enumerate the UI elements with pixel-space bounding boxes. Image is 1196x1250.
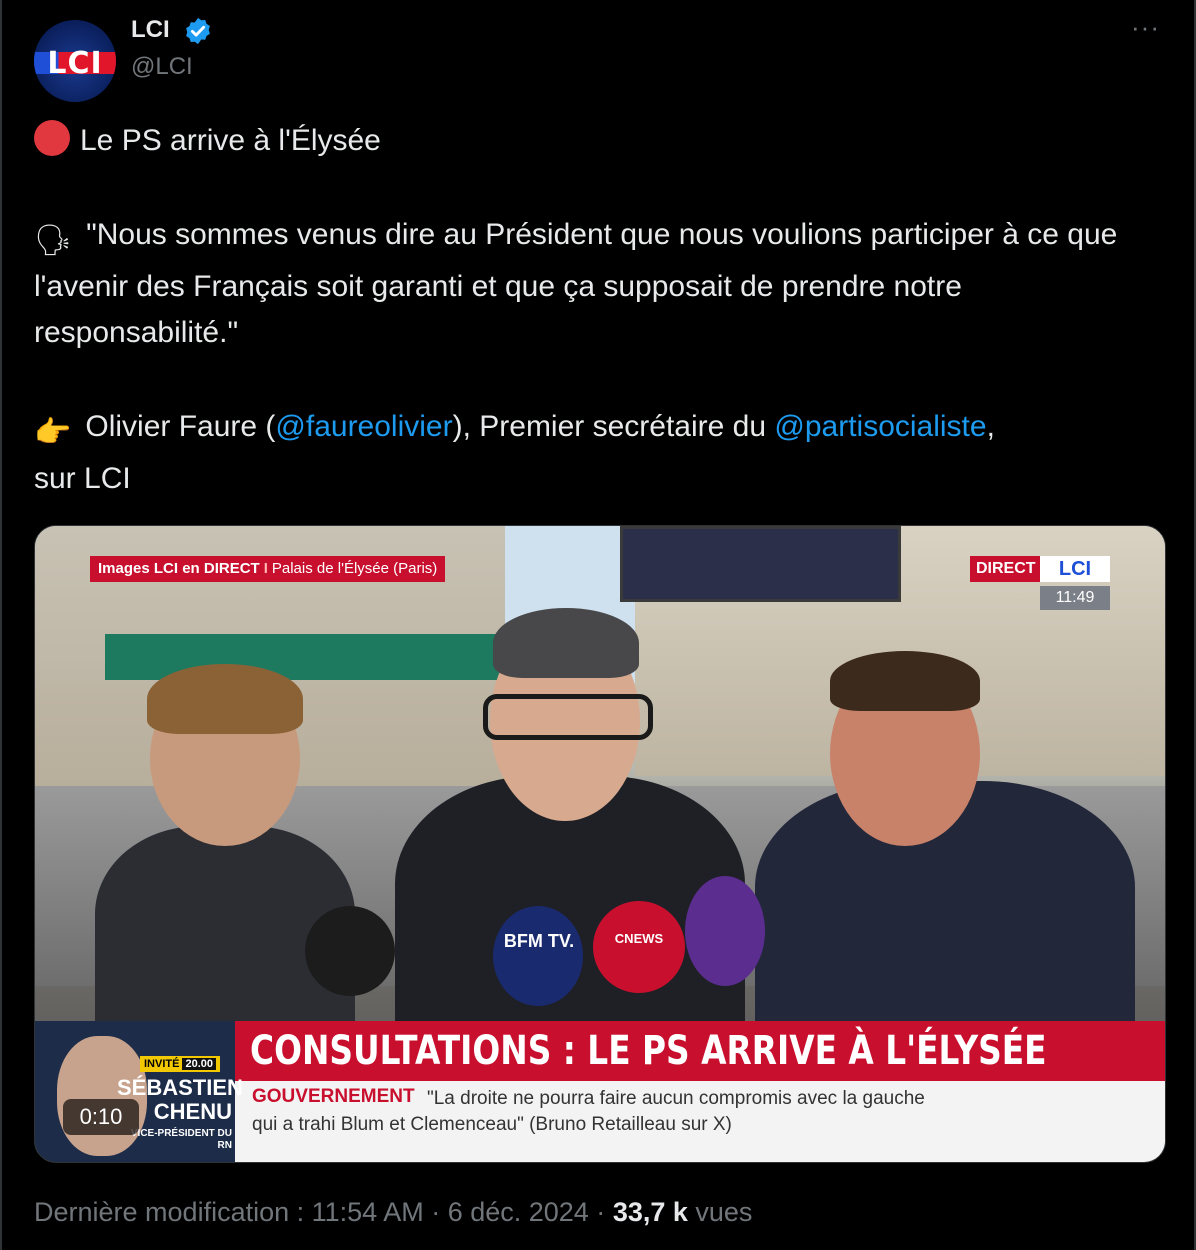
microphone-cnews bbox=[593, 901, 685, 993]
microphone-cnews-label: CNEWS bbox=[614, 931, 664, 946]
author-name[interactable]: LCI bbox=[131, 16, 170, 44]
author-handle[interactable]: @LCI bbox=[131, 53, 193, 81]
guest-badge-label: INVITÉ bbox=[144, 1058, 180, 1070]
scene-billboard bbox=[620, 526, 901, 602]
microphone-bfm-label: BFM TV. bbox=[503, 931, 575, 951]
attribution-post: , bbox=[986, 410, 995, 443]
video-player[interactable]: BFM TV. CNEWS Images LCI en DIRECT I Palai… bbox=[34, 525, 1166, 1163]
last-modified[interactable]: Dernière modification : 11:54 AM · 6 déc… bbox=[34, 1197, 613, 1227]
channel-logo: LCI bbox=[1040, 556, 1110, 582]
live-label: Images LCI en DIRECT I Palais de l'Élysée … bbox=[90, 556, 446, 582]
more-options-button[interactable]: ··· bbox=[1131, 12, 1160, 43]
attribution-line2: sur LCI bbox=[34, 462, 131, 495]
person-center-hair bbox=[493, 608, 639, 678]
live-label-text: Images LCI en DIRECT bbox=[98, 560, 260, 577]
person-right-hair bbox=[830, 651, 980, 711]
person-left-hair bbox=[147, 664, 303, 734]
guest-badge: INVITÉ 20.00 bbox=[140, 1056, 220, 1072]
broadcast-clock: 11:49 bbox=[1040, 586, 1110, 610]
guest-first-name: SÉBASTIEN bbox=[117, 1075, 243, 1100]
views-count: 33,7 k bbox=[612, 1197, 688, 1227]
red-circle-icon bbox=[34, 120, 70, 156]
tweet-headline: Le PS arrive à l'Élysée bbox=[80, 124, 381, 157]
live-separator: I bbox=[263, 560, 268, 577]
mention-partisocialiste[interactable]: @partisocialiste bbox=[774, 410, 986, 443]
microphone-dark bbox=[305, 906, 395, 996]
mention-faureolivier[interactable]: @faureolivier bbox=[275, 410, 452, 443]
verified-badge-icon bbox=[186, 17, 210, 45]
direct-badge: DIRECT bbox=[970, 556, 1042, 582]
lower-third-headline: CONSULTATIONS : LE PS ARRIVE À L'ÉLYSÉE bbox=[250, 1028, 1047, 1074]
ticker-text-line2: qui a trahi Blum et Clemenceau" (Bruno R… bbox=[252, 1114, 732, 1135]
frame-border-left bbox=[0, 0, 2, 1250]
ticker-text-line1: "La droite ne pourra faire aucun comprom… bbox=[427, 1088, 925, 1109]
avatar[interactable]: LCI bbox=[34, 20, 116, 102]
live-location: Palais de l'Élysée (Paris) bbox=[271, 560, 438, 577]
guest-badge-time: 20.00 bbox=[182, 1058, 216, 1070]
views-label: vues bbox=[687, 1197, 753, 1227]
tweet-footer: Dernière modification : 11:54 AM · 6 déc… bbox=[34, 1197, 752, 1228]
microphone-bfm bbox=[493, 906, 583, 1006]
tweet-text: Le PS arrive à l'Élysée 🗣 "Nous sommes ve… bbox=[34, 118, 1164, 502]
attribution-mid: ), Premier secrétaire du bbox=[452, 410, 775, 443]
speaking-head-icon: 🗣 bbox=[34, 224, 73, 257]
ticker-keyword: GOUVERNEMENT bbox=[252, 1086, 415, 1107]
tweet-quote-paragraph: 🗣 "Nous sommes venus dire au Président qu… bbox=[34, 212, 1164, 356]
microphone-purple bbox=[685, 876, 765, 986]
glasses bbox=[483, 694, 653, 740]
tweet-line-headline: Le PS arrive à l'Élysée bbox=[34, 118, 1164, 164]
avatar-logo-text: LCI bbox=[47, 46, 103, 81]
scene-awning bbox=[105, 634, 525, 680]
pointing-hand-icon: 👉 bbox=[34, 416, 72, 449]
tweet-quote: "Nous sommes venus dire au Président que… bbox=[34, 218, 1118, 349]
tweet-attribution: 👉 Olivier Faure (@faureolivier), Premier … bbox=[34, 404, 1164, 502]
video-elapsed-time: 0:10 bbox=[63, 1099, 139, 1135]
attribution-pre: Olivier Faure ( bbox=[85, 410, 276, 443]
